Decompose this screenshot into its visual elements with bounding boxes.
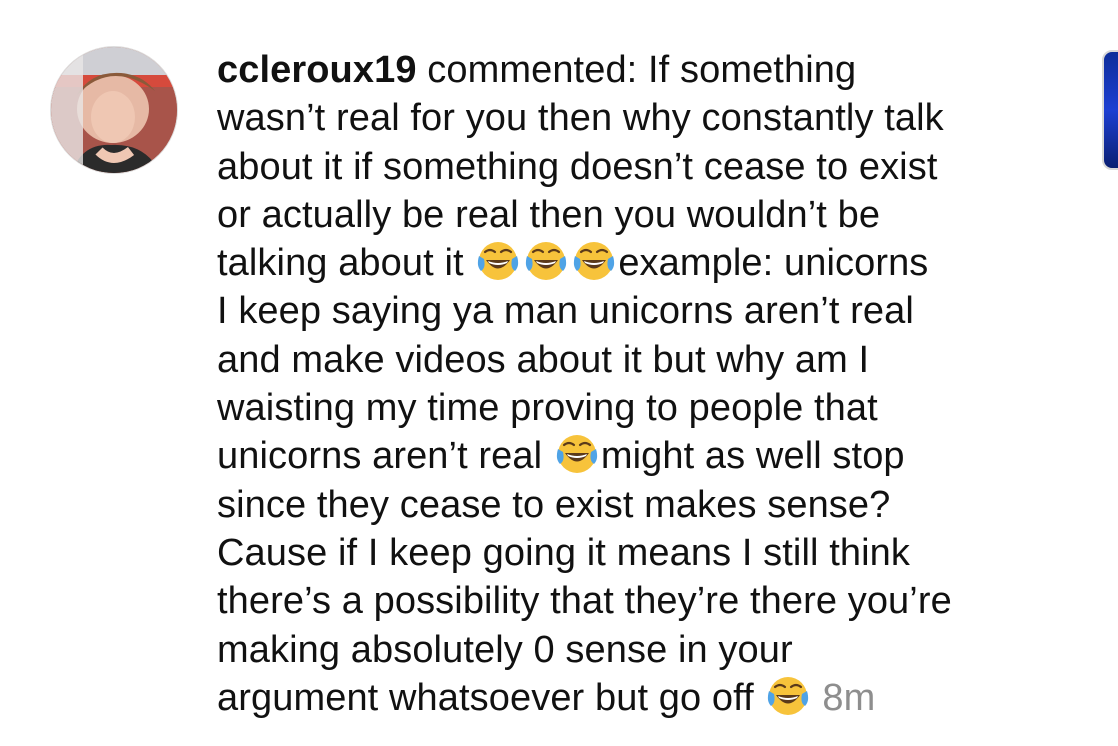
comment-text: ccleroux19 commented: If something wasn’… (217, 46, 1097, 722)
comment-line-text: If something (648, 49, 857, 91)
face-with-tears-of-joy-icon (555, 432, 599, 476)
face-with-tears-of-joy-icon (572, 239, 616, 283)
comment-line-text: talking about it (217, 242, 464, 285)
comment-line-text: example: unicorns (618, 242, 929, 285)
comment-line: since they cease to exist makes sense? (217, 483, 891, 526)
comment-notification[interactable]: ccleroux19 commented: If something wasn’… (0, 0, 1118, 746)
comment-line: wasn’t real for you then why constantly … (217, 97, 944, 140)
comment-line-text: unicorns aren’t real (217, 435, 543, 478)
comment-line-text: argument whatsoever but go off (217, 676, 754, 719)
face-with-tears-of-joy-icon (766, 674, 810, 718)
user-avatar[interactable] (50, 46, 178, 174)
comment-line: or actually be real then you wouldn’t be (217, 193, 881, 236)
comment-line: Cause if I keep going it means I still t… (217, 531, 910, 574)
comment-line: talking about it example: unicorns (217, 239, 1097, 287)
username-link[interactable]: ccleroux19 (217, 49, 417, 91)
post-thumbnail[interactable] (1102, 50, 1118, 170)
comment-verb: commented: (427, 49, 638, 91)
avatar-photo (51, 47, 177, 173)
comment-line: argument whatsoever but go off 8m (217, 674, 1097, 722)
comment-line: waisting my time proving to people that (217, 387, 878, 430)
comment-line: and make videos about it but why am I (217, 338, 870, 381)
face-with-tears-of-joy-icon (524, 239, 568, 283)
comment-line: I keep saying ya man unicorns aren’t rea… (217, 290, 914, 333)
comment-line: unicorns aren’t real might as well stop (217, 432, 1097, 480)
comment-line: ccleroux19 commented: If something (217, 46, 1097, 94)
comment-line-text: might as well stop (600, 435, 905, 478)
timestamp: 8m (822, 676, 876, 719)
face-with-tears-of-joy-icon (476, 239, 520, 283)
comment-line: there’s a possibility that they’re there… (217, 580, 952, 623)
comment-line: making absolutely 0 sense in your (217, 628, 793, 671)
comment-line: about it if something doesn’t cease to e… (217, 145, 938, 188)
